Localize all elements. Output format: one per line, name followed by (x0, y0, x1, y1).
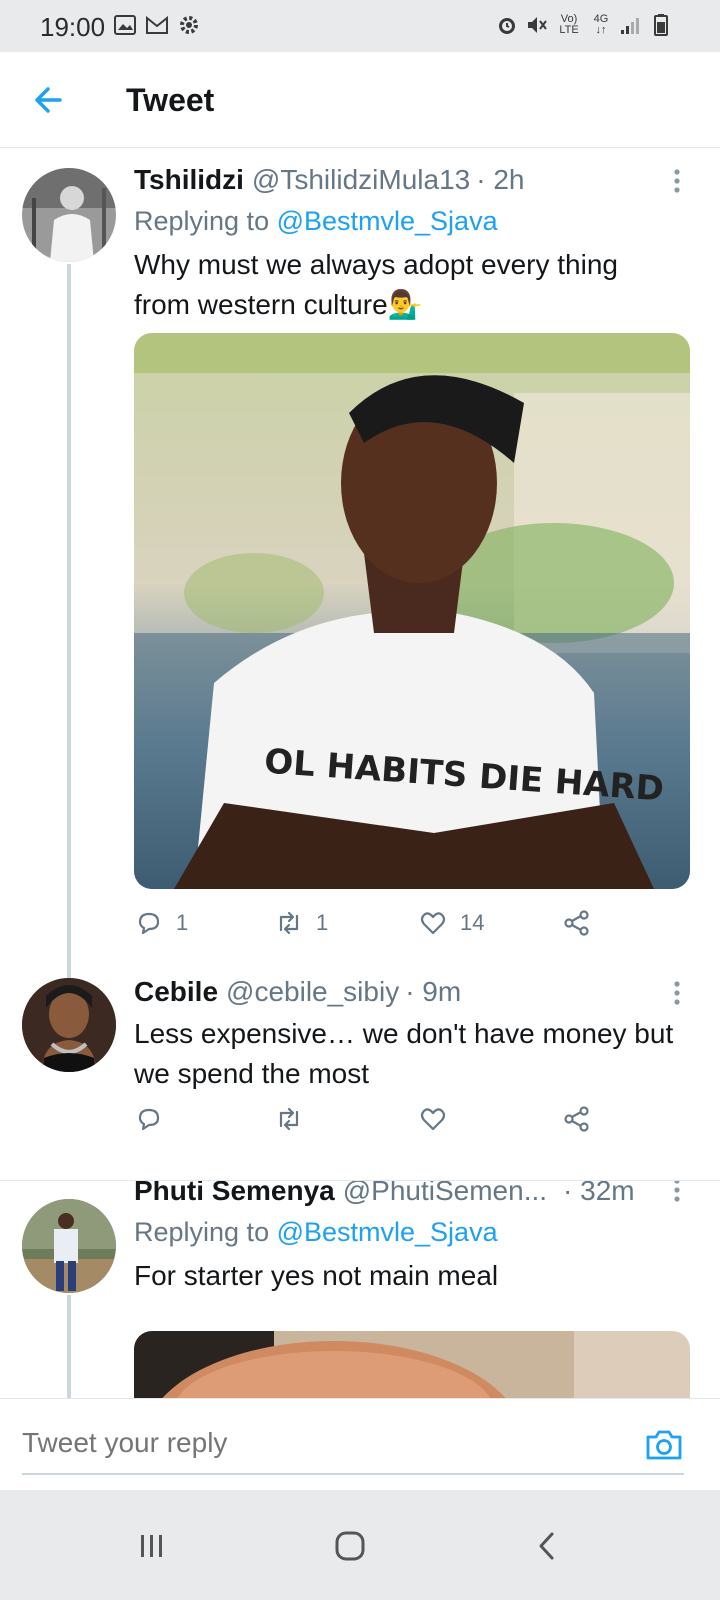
reply-button[interactable] (134, 1104, 176, 1134)
tweet-author-handle[interactable]: @PhutiSemen... (343, 1181, 547, 1207)
tweet-timestamp: · 9m (405, 976, 462, 1007)
image-icon (114, 14, 136, 36)
mention-link[interactable]: @Bestmvle_Sjava (277, 1217, 498, 1247)
reply-button[interactable]: 1 (134, 908, 188, 938)
share-icon (564, 1106, 589, 1132)
recent-apps-button[interactable] (132, 1526, 172, 1566)
reply-icon (138, 1108, 160, 1131)
avatar[interactable] (22, 168, 116, 262)
tweet-author-name[interactable]: Tshilidzi (134, 164, 244, 196)
more-options-icon[interactable] (672, 168, 682, 198)
gear-icon (178, 14, 200, 36)
tweet-text: Less expensive… we don't have money but … (134, 1018, 674, 1089)
tweet-item[interactable]: Cebile @cebile_sibiy · 9m Less expensive… (0, 976, 720, 1156)
tweet-author-handle[interactable]: @TshilidziMula13 (252, 164, 470, 196)
heart-icon (420, 912, 446, 935)
share-button[interactable] (562, 1104, 592, 1134)
tweet-text: Why must we always adopt every thing fro… (134, 249, 618, 320)
input-underline (22, 1473, 684, 1475)
status-bar: 19:00 Vo) LTE 4G ↓↑ (0, 0, 720, 52)
retweet-button[interactable] (274, 1104, 316, 1134)
status-time: 19:00 (40, 12, 106, 42)
reply-icon (138, 912, 160, 935)
more-options-icon[interactable] (672, 1181, 682, 1207)
avatar[interactable] (22, 978, 116, 1072)
camera-button[interactable] (644, 1425, 684, 1465)
thread-line (67, 264, 71, 978)
volte-icon: Vo) LTE (559, 13, 579, 36)
back-button[interactable] (30, 80, 70, 120)
replying-to: Replying to @Bestmvle_Sjava (134, 206, 498, 236)
reply-count: 1 (176, 910, 189, 935)
back-nav-button[interactable] (528, 1526, 568, 1566)
tweet-timestamp: · 32m (563, 1181, 635, 1206)
reply-composer (0, 1398, 720, 1490)
tweet-author-name[interactable]: Cebile (134, 976, 218, 1008)
gmail-icon (146, 14, 168, 36)
tweet-item[interactable]: Phuti Semenya @PhutiSemen... · 32m Reply… (0, 1181, 720, 1398)
system-navigation-bar (0, 1490, 720, 1600)
share-button[interactable] (562, 908, 592, 938)
network-4g-icon: 4G ↓↑ (593, 13, 609, 36)
top-app-bar: Tweet (0, 52, 720, 148)
more-options-icon[interactable] (672, 980, 682, 1010)
tweet-author-handle[interactable]: @cebile_sibiy (226, 976, 399, 1008)
like-button[interactable] (418, 1104, 460, 1134)
tweet-timestamp: · 2h (476, 164, 525, 195)
retweet-count: 1 (316, 910, 329, 935)
home-icon (335, 1531, 365, 1561)
like-button[interactable]: 14 (418, 908, 484, 938)
like-count: 14 (460, 910, 485, 935)
thread-line (67, 1295, 71, 1398)
recent-apps-icon (141, 1535, 162, 1557)
share-icon (564, 910, 589, 936)
camera-icon (646, 1430, 682, 1460)
arrow-left-icon (35, 87, 62, 113)
battery-icon (650, 14, 672, 36)
tweet-text: For starter yes not main meal (134, 1260, 499, 1291)
retweet-icon (279, 1107, 299, 1131)
retweet-button[interactable]: 1 (274, 908, 328, 938)
tweet-media-image[interactable] (134, 1331, 690, 1398)
home-button[interactable] (330, 1526, 370, 1566)
page-title: Tweet (126, 82, 215, 118)
reply-input[interactable] (22, 1423, 582, 1463)
replying-to: Replying to @Bestmvle_Sjava (134, 1217, 498, 1247)
heart-icon (420, 1108, 446, 1131)
tweet-author-name[interactable]: Phuti Semenya (134, 1181, 335, 1207)
mention-link[interactable]: @Bestmvle_Sjava (277, 206, 498, 236)
tweet-media-image[interactable]: OL HABITS DIE HARD (134, 333, 690, 889)
mute-icon (526, 14, 548, 36)
alarm-icon (496, 14, 518, 36)
tweet-item[interactable]: Tshilidzi @TshilidziMula13 · 2h Replying… (0, 148, 720, 978)
avatar[interactable] (22, 1199, 116, 1293)
retweet-icon (279, 911, 299, 935)
signal-icon (620, 14, 642, 36)
chevron-left-icon (539, 1532, 554, 1560)
